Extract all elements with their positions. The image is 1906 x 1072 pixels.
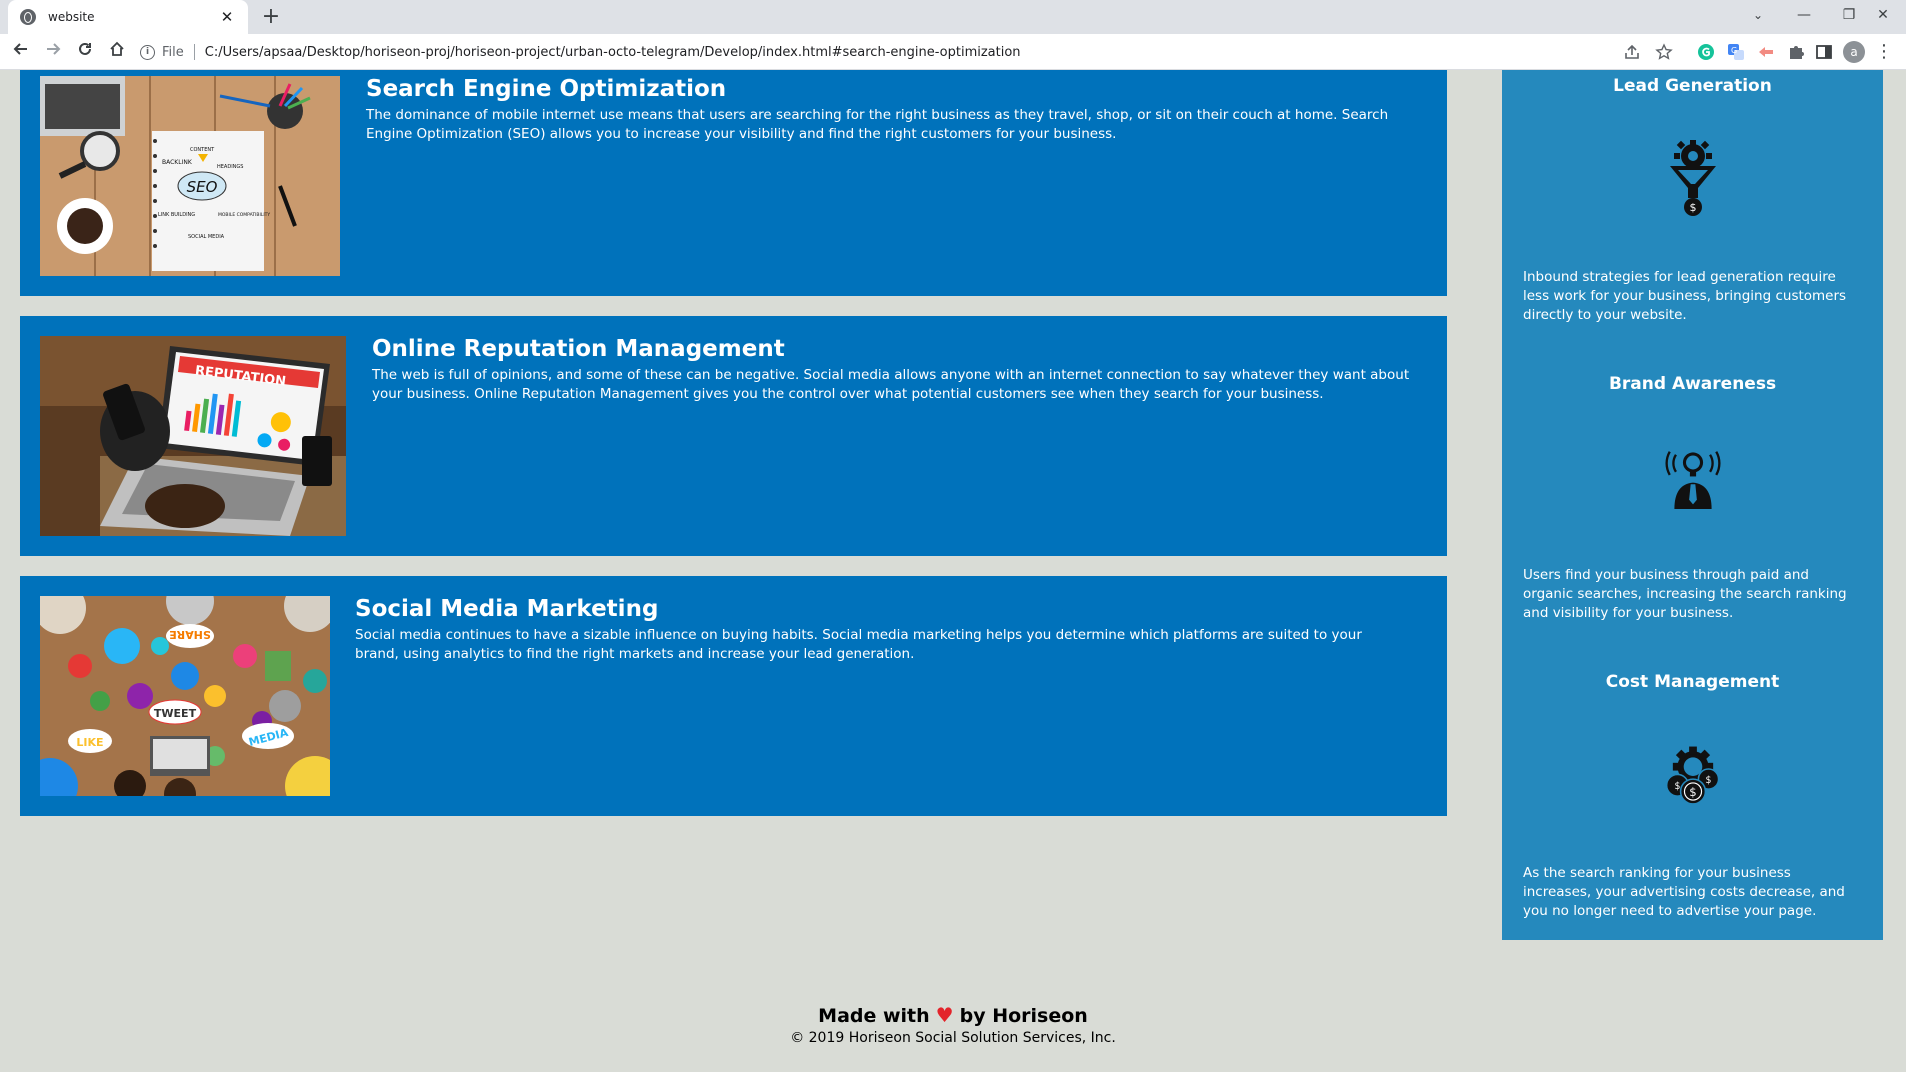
smm-text: Social media continues to have a sizable… [355,627,1362,662]
share-icon[interactable] [1623,43,1641,61]
footer-copyright: © 2019 Horiseon Social Solution Services… [790,1030,1116,1046]
tab-close-button[interactable]: ✕ [218,8,236,26]
tab-strip: website ✕ + ⌄ — ❐ ✕ [0,0,1906,34]
grammarly-icon[interactable] [1697,43,1715,61]
orm-image: REPUTATION [40,336,346,536]
svg-text:SOCIAL MEDIA: SOCIAL MEDIA [188,234,225,240]
svg-text:$: $ [1675,781,1681,792]
star-icon[interactable] [1655,43,1673,61]
svg-text:LIKE: LIKE [76,736,103,749]
svg-text:G: G [1731,46,1737,55]
globe-icon [20,9,36,25]
kebab-menu-icon[interactable]: ⋮ [1874,40,1894,64]
seo-text: The dominance of mobile internet use mea… [366,107,1389,142]
footer-made-prefix: Made with [818,1005,930,1027]
browser-toolbar: i File C:/Users/apsaa/Desktop/horiseon-p… [0,34,1906,70]
reload-icon [79,42,91,55]
forward-button[interactable] [40,39,66,65]
lead-funnel-icon: $ [1670,140,1716,216]
address-bar[interactable]: i File C:/Users/apsaa/Desktop/horiseon-p… [140,39,1620,65]
gear-coins-icon: $ $ $ [1665,746,1720,805]
lightbulb-person-icon [1665,451,1721,509]
footer: Made with ♥ by Horiseon © 2019 Horiseon So… [0,1003,1906,1046]
seo-card: SEO BACKLINK CONTENT HEADINGS LINK BUILD… [20,70,1447,296]
minimize-button[interactable]: — [1781,0,1827,34]
reload-button[interactable] [72,39,98,65]
side-panel-icon[interactable] [1815,43,1833,61]
svg-text:$: $ [1706,775,1712,786]
smm-card: SHARE TWEET LIKE MEDIA Social Media Mark… [20,576,1447,816]
url-text[interactable]: C:/Users/apsaa/Desktop/horiseon-proj/hor… [205,45,1021,60]
smm-image: SHARE TWEET LIKE MEDIA [40,596,330,796]
svg-text:$: $ [1690,201,1697,214]
footer-made-with: Made with ♥ by Horiseon [0,1003,1906,1027]
svg-text:CONTENT: CONTENT [190,147,215,153]
home-icon [110,41,124,56]
translate-icon[interactable]: G [1727,43,1745,61]
divider [193,44,195,60]
svg-text:$: $ [1689,785,1696,799]
brand-awareness-title: Brand Awareness [1608,374,1777,394]
window-close-button[interactable]: ✕ [1860,0,1906,34]
tab-search-icon[interactable]: ⌄ [1735,0,1781,34]
svg-text:LINK BUILDING: LINK BUILDING [158,212,195,218]
seo-image: SEO BACKLINK CONTENT HEADINGS LINK BUILD… [40,76,340,276]
svg-text:MOBILE COMPATIBILITY: MOBILE COMPATIBILITY [218,212,270,218]
profile-avatar[interactable]: a [1843,41,1865,63]
arrow-right-icon [47,43,61,55]
lead-generation-text: Inbound strategies for lead generation r… [1523,269,1847,323]
home-button[interactable] [104,39,130,65]
browser-tab[interactable]: website ✕ [8,0,248,34]
cost-management-text: As the search ranking for your business … [1523,865,1845,919]
brand-awareness-text: Users find your business through paid an… [1523,567,1847,621]
orm-text: The web is full of opinions, and some of… [372,367,1410,402]
info-icon[interactable]: i [140,44,155,60]
scheme-label: File [162,44,184,60]
arrow-left-icon [13,43,27,55]
orm-card: REPUTATION Online Reputation Management … [20,316,1447,556]
seo-title: Search Engine Optimization [366,76,727,102]
smm-title: Social Media Marketing [355,596,659,622]
new-tab-button[interactable]: + [258,4,284,30]
puzzle-icon[interactable] [1787,43,1805,61]
heart-icon: ♥ [935,1003,954,1027]
orm-title: Online Reputation Management [372,336,785,362]
extension-arrow-icon[interactable] [1757,43,1775,61]
seo-image-label: SEO [187,178,218,196]
footer-made-suffix: by Horiseon [959,1005,1088,1027]
benefits-aside: Lead Generation $ Inbound strategies for… [1502,70,1883,940]
svg-text:SHARE: SHARE [169,628,211,641]
svg-text:TWEET: TWEET [154,707,197,720]
svg-text:HEADINGS: HEADINGS [217,164,243,170]
svg-text:BACKLINK: BACKLINK [162,159,193,166]
lead-generation-title: Lead Generation [1613,76,1772,96]
tab-title: website [48,10,95,24]
back-button[interactable] [8,39,34,65]
cost-management-title: Cost Management [1605,672,1780,692]
